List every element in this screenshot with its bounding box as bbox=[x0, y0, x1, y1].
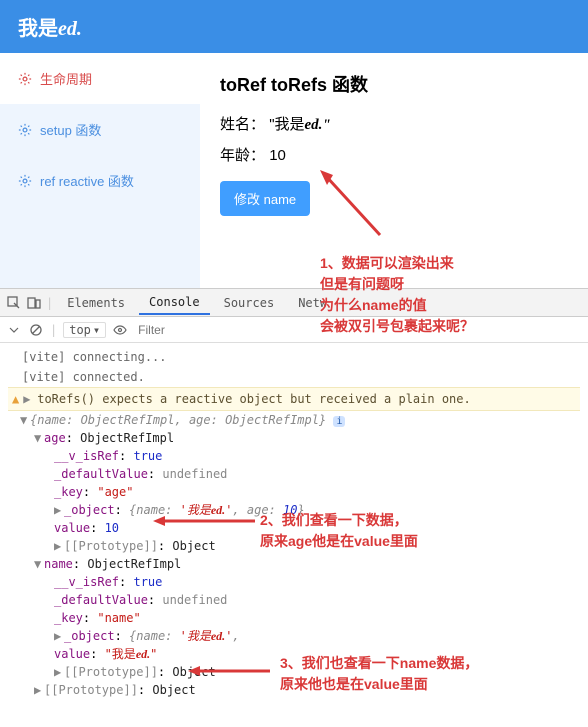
header-text-suffix: ed. bbox=[58, 18, 82, 40]
warning-line: ▲ ▶ toRefs() expects a reactive object b… bbox=[8, 387, 580, 411]
main-content: toRef toRefs 函数 姓名： "我是ed." 年龄： 10 修改 na… bbox=[200, 53, 588, 288]
name-value-suffix: ed." bbox=[305, 117, 331, 133]
age-label: 年龄： bbox=[220, 147, 265, 164]
warning-text: toRefs() expects a reactive object but r… bbox=[37, 390, 470, 408]
obj-name[interactable]: ▼name: ObjectRefImpl bbox=[8, 555, 580, 573]
console-body: [vite] connecting... [vite] connected. ▲… bbox=[0, 343, 588, 703]
obj-prop[interactable]: ▶_object: {name: '我是ed.', age: 10} bbox=[8, 501, 580, 519]
obj-prop: __v_isRef: true bbox=[8, 573, 580, 591]
app-header: 我是ed. bbox=[0, 0, 588, 53]
page-title: toRef toRefs 函数 bbox=[220, 71, 568, 97]
app-body: 生命周期 setup 函数 ref reactive 函数 toRef toRe… bbox=[0, 53, 588, 288]
header-text-prefix: 我是 bbox=[18, 18, 58, 40]
tab-console[interactable]: Console bbox=[139, 291, 210, 315]
obj-prop: _defaultValue: undefined bbox=[8, 591, 580, 609]
obj-proto[interactable]: ▶[[Prototype]]: Object bbox=[8, 681, 580, 699]
sidebar-item-label: setup 函数 bbox=[40, 120, 101, 139]
tab-network[interactable]: Netw bbox=[288, 292, 337, 314]
expand-caret[interactable]: ▶ bbox=[23, 390, 33, 408]
name-field: 姓名： "我是ed." bbox=[220, 113, 568, 134]
name-value-prefix: "我是 bbox=[269, 116, 304, 133]
obj-prop: _key: "age" bbox=[8, 483, 580, 501]
gear-icon bbox=[18, 72, 32, 86]
inspect-icon[interactable] bbox=[6, 295, 22, 311]
gear-icon bbox=[18, 123, 32, 137]
eye-icon[interactable] bbox=[112, 322, 128, 338]
sidebar-item-label: 生命周期 bbox=[40, 69, 92, 88]
obj-age[interactable]: ▼age: ObjectRefImpl bbox=[8, 429, 580, 447]
age-field: 年龄： 10 bbox=[220, 144, 568, 165]
devtools-panel: | Elements Console Sources Netw | top ▾ … bbox=[0, 288, 588, 703]
age-value: 10 bbox=[269, 147, 286, 164]
sidebar-item-lifecycle[interactable]: 生命周期 bbox=[0, 53, 200, 104]
sidebar-item-setup[interactable]: setup 函数 bbox=[0, 104, 200, 155]
warning-icon: ▲ bbox=[12, 390, 19, 408]
obj-prop[interactable]: ▶_object: {name: '我是ed.', bbox=[8, 627, 580, 645]
tab-elements[interactable]: Elements bbox=[57, 292, 135, 314]
obj-proto[interactable]: ▶[[Prototype]]: Object bbox=[8, 537, 580, 555]
devtools-tabs: | Elements Console Sources Netw bbox=[0, 289, 588, 317]
sidebar-item-label: ref reactive 函数 bbox=[40, 171, 134, 190]
filter-input[interactable] bbox=[134, 321, 582, 339]
obj-prop: _key: "name" bbox=[8, 609, 580, 627]
log-line: [vite] connecting... bbox=[8, 347, 580, 367]
obj-prop: _defaultValue: undefined bbox=[8, 465, 580, 483]
devtools-toolbar: | top ▾ bbox=[0, 317, 588, 343]
context-selector[interactable]: top ▾ bbox=[63, 322, 106, 338]
obj-value-name: value: "我是ed." bbox=[8, 645, 580, 663]
obj-prop: __v_isRef: true bbox=[8, 447, 580, 465]
obj-value-age: value: 10 bbox=[8, 519, 580, 537]
tab-sources[interactable]: Sources bbox=[214, 292, 285, 314]
sidebar-item-ref-reactive[interactable]: ref reactive 函数 bbox=[0, 155, 200, 206]
clear-console-icon[interactable] bbox=[28, 322, 44, 338]
toggle-console-icon[interactable] bbox=[6, 322, 22, 338]
chevron-down-icon: ▾ bbox=[93, 323, 100, 337]
obj-proto[interactable]: ▶[[Prototype]]: Object bbox=[8, 663, 580, 681]
sidebar: 生命周期 setup 函数 ref reactive 函数 bbox=[0, 53, 200, 288]
name-label: 姓名： bbox=[220, 116, 265, 133]
log-line: [vite] connected. bbox=[8, 367, 580, 387]
modify-name-button[interactable]: 修改 name bbox=[220, 181, 310, 216]
object-root[interactable]: ▼{name: ObjectRefImpl, age: ObjectRefImp… bbox=[8, 411, 580, 429]
gear-icon bbox=[18, 174, 32, 188]
info-badge: i bbox=[333, 416, 345, 427]
device-icon[interactable] bbox=[26, 295, 42, 311]
